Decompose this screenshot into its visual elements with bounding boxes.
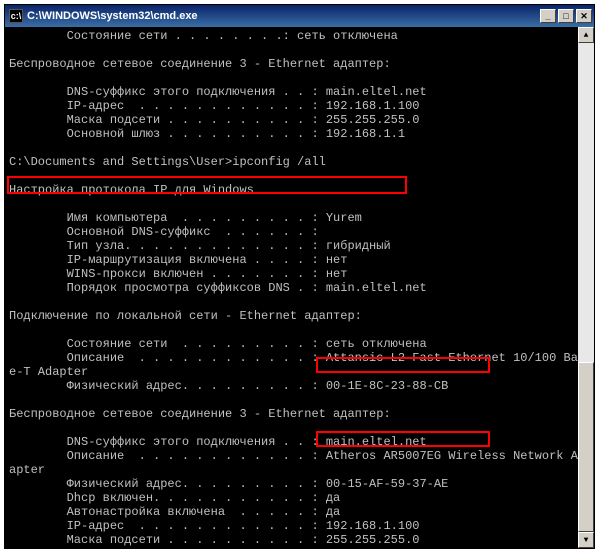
line: Порядок просмотра суффиксов DNS . : main… xyxy=(9,281,427,295)
line: WINS-прокси включен . . . . . . . : нет xyxy=(9,267,347,281)
line: Основной DNS-суффикс . . . . . . : xyxy=(9,225,319,239)
vertical-scrollbar[interactable]: ▲ ▼ xyxy=(578,27,594,548)
line: Настройка протокола IP для Windows xyxy=(9,183,254,197)
line: IP-маршрутизация включена . . . . : нет xyxy=(9,253,347,267)
scroll-thumb[interactable] xyxy=(578,362,594,532)
line: apter xyxy=(9,463,45,477)
line: Тип узла. . . . . . . . . . . . . : гибр… xyxy=(9,239,391,253)
line: e-T Adapter xyxy=(9,365,88,379)
line: Автонастройка включена . . . . . : да xyxy=(9,505,340,519)
line: Состояние сети . . . . . . . .: сеть отк… xyxy=(9,29,398,43)
cmd-icon: c:\ xyxy=(9,9,23,23)
line: C:\Documents and Settings\User>ipconfig … xyxy=(9,155,326,169)
line: Физический адрес. . . . . . . . . : 00-1… xyxy=(9,379,448,393)
minimize-button[interactable]: _ xyxy=(540,9,556,23)
line: Описание . . . . . . . . . . . . : Attan… xyxy=(9,351,585,365)
line: Беспроводное сетевое соединение 3 - Ethe… xyxy=(9,57,391,71)
line: Dhcp включен. . . . . . . . . . . : да xyxy=(9,491,340,505)
line: Маска подсети . . . . . . . . . . : 255.… xyxy=(9,533,419,547)
window-title: C:\WINDOWS\system32\cmd.exe xyxy=(27,10,198,22)
line: Основной шлюз . . . . . . . . . . : 192.… xyxy=(9,547,405,548)
line: Состояние сети . . . . . . . . . : сеть … xyxy=(9,337,427,351)
line: Основной шлюз . . . . . . . . . . : 192.… xyxy=(9,127,405,141)
cmd-window: c:\ C:\WINDOWS\system32\cmd.exe _ □ ✕ Со… xyxy=(4,4,595,549)
scroll-up-button[interactable]: ▲ xyxy=(578,27,594,43)
line: DNS-суффикс этого подключения . . : main… xyxy=(9,435,427,449)
line: Маска подсети . . . . . . . . . . : 255.… xyxy=(9,113,419,127)
line: IP-адрес . . . . . . . . . . . . : 192.1… xyxy=(9,99,419,113)
close-button[interactable]: ✕ xyxy=(576,9,592,23)
scroll-track[interactable] xyxy=(578,43,594,532)
line: Подключение по локальной сети - Ethernet… xyxy=(9,309,362,323)
line: Описание . . . . . . . . . . . . : Ather… xyxy=(9,449,585,463)
titlebar[interactable]: c:\ C:\WINDOWS\system32\cmd.exe _ □ ✕ xyxy=(5,5,594,27)
line: Физический адрес. . . . . . . . . : 00-1… xyxy=(9,477,448,491)
line: Беспроводное сетевое соединение 3 - Ethe… xyxy=(9,407,391,421)
titlebar-left: c:\ C:\WINDOWS\system32\cmd.exe xyxy=(9,9,198,23)
window-controls: _ □ ✕ xyxy=(540,9,592,23)
line: IP-адрес . . . . . . . . . . . . : 192.1… xyxy=(9,519,419,533)
maximize-button[interactable]: □ xyxy=(558,9,574,23)
line: DNS-суффикс этого подключения . . : main… xyxy=(9,85,427,99)
terminal-output[interactable]: Состояние сети . . . . . . . .: сеть отк… xyxy=(5,27,594,548)
line: Имя компьютера . . . . . . . . . : Yurem xyxy=(9,211,362,225)
scroll-down-button[interactable]: ▼ xyxy=(578,532,594,548)
